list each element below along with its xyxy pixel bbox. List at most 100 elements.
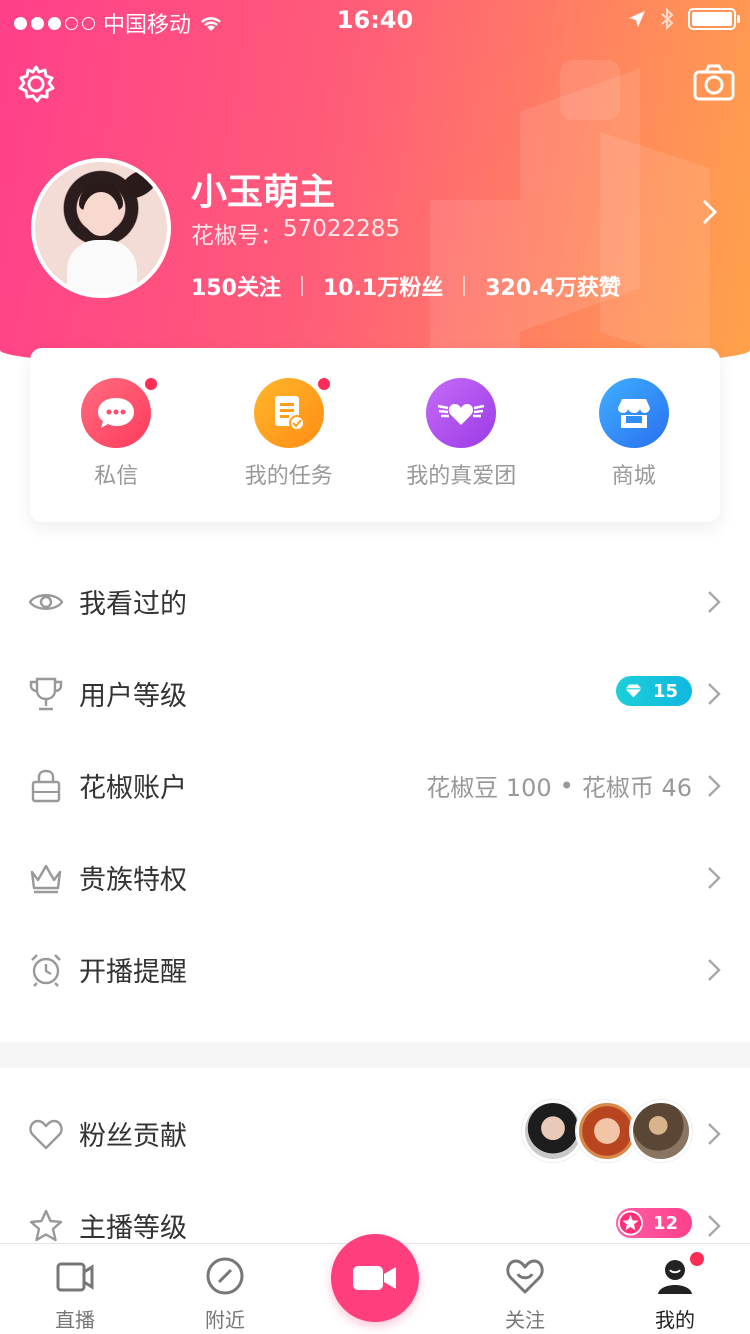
tab-nearby[interactable]: 附近 bbox=[150, 1244, 300, 1334]
quick-action-label: 我的真爱团 bbox=[406, 464, 517, 489]
stat-value: 320.4万 bbox=[485, 276, 577, 301]
tab-following[interactable]: 关注 bbox=[450, 1244, 600, 1334]
profile-chevron-right-icon[interactable] bbox=[700, 198, 720, 230]
chevron-right-icon bbox=[708, 683, 721, 705]
menu-label: 贵族特权 bbox=[79, 865, 187, 896]
quick-action-label: 私信 bbox=[94, 464, 139, 489]
camera-icon[interactable] bbox=[693, 64, 735, 106]
tab-label: 直播 bbox=[55, 1308, 95, 1332]
notification-dot bbox=[690, 1252, 704, 1266]
anchor-level-badge: 12 bbox=[616, 1208, 692, 1238]
balance-separator: • bbox=[559, 771, 574, 800]
top-fans-avatars bbox=[522, 1100, 692, 1162]
fan-avatar[interactable] bbox=[522, 1100, 584, 1162]
fan-avatar[interactable] bbox=[576, 1100, 638, 1162]
quick-action-fan-club[interactable]: 我的真爱团 bbox=[375, 348, 548, 522]
task-document-icon bbox=[253, 378, 324, 448]
chevron-right-icon bbox=[708, 959, 721, 981]
quick-action-label: 商城 bbox=[611, 464, 656, 489]
level-pill: 12 bbox=[616, 1208, 692, 1238]
fan-avatar[interactable] bbox=[630, 1100, 692, 1162]
compass-icon bbox=[206, 1257, 244, 1295]
winged-heart-icon bbox=[426, 378, 497, 448]
tab-bar: 直播 附近 关注 我的 bbox=[0, 1234, 750, 1334]
quick-action-store[interactable]: 商城 bbox=[548, 348, 721, 522]
level-pill: 15 bbox=[616, 676, 692, 706]
chat-bubble-icon bbox=[81, 378, 152, 448]
star-outline-icon bbox=[29, 1209, 63, 1242]
diamond-icon bbox=[625, 684, 642, 698]
battery-icon bbox=[688, 8, 740, 30]
anchor-level-value: 12 bbox=[652, 1212, 678, 1234]
stat-divider bbox=[463, 276, 466, 296]
menu-item-live-reminder[interactable]: 开播提醒 bbox=[0, 924, 750, 1016]
settings-gear-icon[interactable] bbox=[16, 64, 56, 108]
stat-label: 粉丝 bbox=[399, 276, 444, 301]
store-icon bbox=[598, 378, 669, 448]
chevron-right-icon bbox=[708, 1215, 721, 1237]
quick-actions-card: 私信 我的任务 我的真爱团 商城 bbox=[30, 348, 720, 522]
decor-block bbox=[600, 132, 710, 368]
stat-label: 获赞 bbox=[576, 276, 621, 301]
menu-label: 粉丝贡献 bbox=[79, 1121, 187, 1152]
stat-divider bbox=[300, 276, 303, 296]
stat-label: 关注 bbox=[236, 276, 281, 301]
tab-live[interactable]: 直播 bbox=[0, 1244, 150, 1334]
menu-label: 主播等级 bbox=[79, 1213, 187, 1244]
heart-outline-icon bbox=[29, 1119, 63, 1150]
chevron-right-icon bbox=[708, 867, 721, 889]
tab-label: 附近 bbox=[205, 1308, 245, 1332]
menu-label: 用户等级 bbox=[79, 681, 187, 712]
likes-count[interactable]: 320.4万获赞 bbox=[485, 270, 621, 302]
menu-label: 我看过的 bbox=[79, 589, 187, 620]
status-bar: 中国移动 16:40 bbox=[0, 0, 750, 40]
user-level-value: 15 bbox=[652, 680, 678, 702]
menu-item-account[interactable]: 花椒账户 花椒豆 100 • 花椒币 46 bbox=[0, 740, 750, 832]
trophy-icon bbox=[29, 677, 63, 711]
avatar[interactable] bbox=[31, 158, 171, 298]
menu-label: 花椒账户 bbox=[79, 773, 187, 804]
fans-count[interactable]: 10.1万粉丝 bbox=[323, 270, 443, 302]
notification-dot bbox=[143, 376, 160, 392]
eye-icon bbox=[28, 594, 64, 610]
account-balance: 花椒豆 100 • 花椒币 46 bbox=[426, 768, 692, 803]
user-id-label: 花椒号： bbox=[191, 223, 283, 249]
chevron-right-icon bbox=[708, 775, 721, 797]
tab-mine[interactable]: 我的 bbox=[600, 1244, 750, 1334]
star-badge-icon bbox=[618, 1210, 643, 1236]
menu-label: 开播提醒 bbox=[79, 957, 187, 988]
profile-page: 中国移动 16:40 小玉萌主 花椒号： 57022285 150关注 10.1… bbox=[0, 0, 750, 1334]
menu-list: 我看过的 用户等级 15 花椒账户 花椒豆 100 • 花椒币 46 贵族特权 … bbox=[0, 556, 750, 1016]
quick-action-label: 我的任务 bbox=[244, 464, 333, 489]
chevron-right-icon bbox=[708, 1123, 721, 1145]
profile-person-icon bbox=[658, 1260, 692, 1294]
user-level-badge: 15 bbox=[616, 676, 692, 706]
heart-smile-icon bbox=[506, 1259, 544, 1294]
menu-item-user-level[interactable]: 用户等级 15 bbox=[0, 648, 750, 740]
user-id-value: 57022285 bbox=[283, 216, 401, 242]
tab-label: 我的 bbox=[655, 1308, 695, 1332]
profile-header: 中国移动 16:40 小玉萌主 花椒号： 57022285 150关注 10.1… bbox=[0, 0, 750, 370]
profile-stats: 150关注 10.1万粉丝 320.4万获赞 bbox=[191, 270, 621, 302]
section-divider bbox=[0, 1042, 750, 1068]
menu-item-nobility[interactable]: 贵族特权 bbox=[0, 832, 750, 924]
quick-action-messages[interactable]: 私信 bbox=[30, 348, 203, 522]
alarm-clock-icon bbox=[31, 954, 61, 987]
crown-icon bbox=[30, 864, 62, 894]
bluetooth-icon bbox=[661, 8, 674, 30]
coins-balance: 花椒币 46 bbox=[581, 774, 692, 802]
menu-item-history[interactable]: 我看过的 bbox=[0, 556, 750, 648]
notification-dot bbox=[315, 376, 332, 392]
start-live-button[interactable] bbox=[331, 1234, 419, 1322]
menu-item-fan-contribution[interactable]: 粉丝贡献 bbox=[0, 1088, 750, 1180]
following-count[interactable]: 150关注 bbox=[191, 270, 281, 302]
chevron-right-icon bbox=[708, 591, 721, 613]
username: 小玉萌主 bbox=[191, 172, 336, 213]
bag-icon bbox=[31, 769, 61, 803]
stat-value: 10.1万 bbox=[322, 276, 400, 301]
live-video-icon bbox=[56, 1262, 94, 1292]
quick-action-tasks[interactable]: 我的任务 bbox=[203, 348, 376, 522]
tab-label: 关注 bbox=[505, 1308, 545, 1332]
decor-play bbox=[560, 60, 620, 120]
user-id: 花椒号： 57022285 bbox=[191, 216, 400, 250]
